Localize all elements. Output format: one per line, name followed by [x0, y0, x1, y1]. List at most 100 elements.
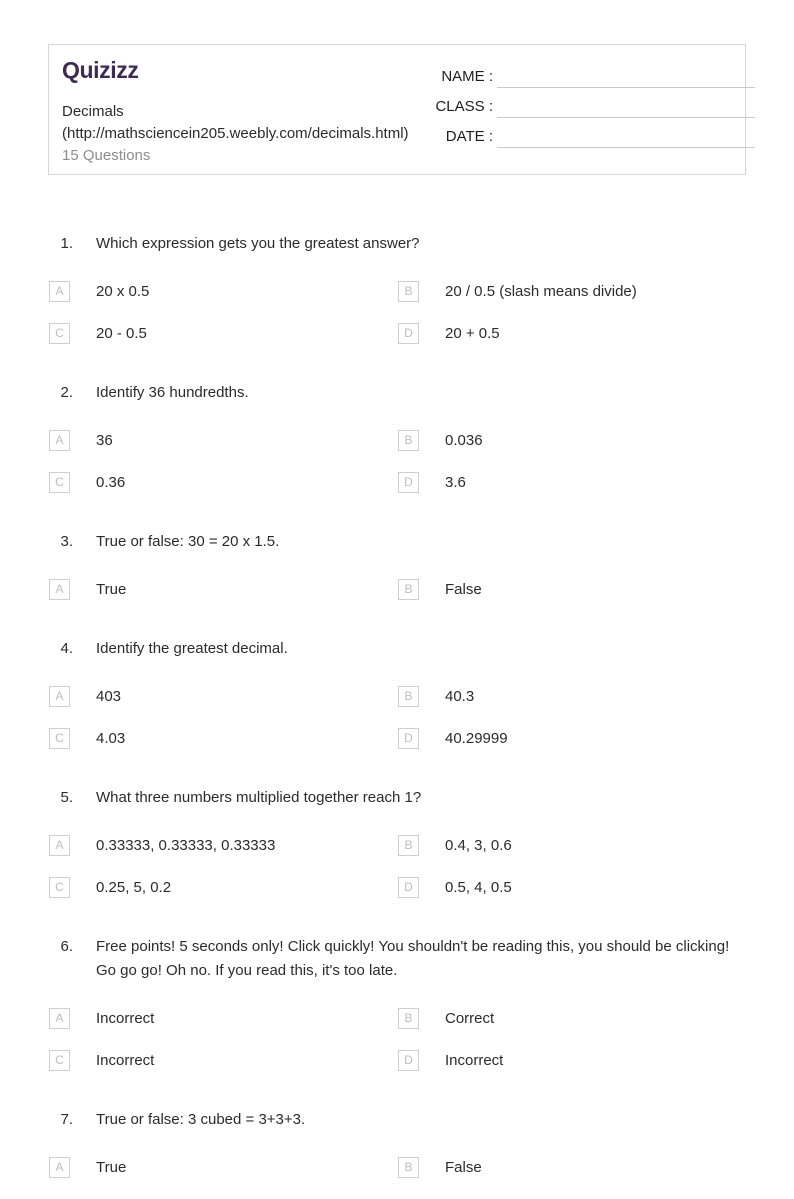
question-count-label: 15 Questions	[62, 147, 151, 164]
question-block: 3. True or false: 30 = 20 x 1.5. A True B Fal…	[0, 530, 794, 600]
question-text: Identify the greatest decimal.	[96, 640, 288, 657]
question-number: 7.	[60, 1111, 73, 1128]
question-text: Which expression gets you the greatest a…	[96, 235, 420, 252]
option-text: Incorrect	[96, 1052, 155, 1069]
name-field-label: NAME :	[441, 68, 493, 85]
date-field[interactable]: DATE :	[437, 118, 755, 148]
question-text: Identify 36 hundredths.	[96, 384, 249, 401]
quiz-title: Decimals	[62, 103, 124, 120]
answer-option[interactable]: B 20 / 0.5 (slash means divide)	[398, 281, 748, 323]
question-text: What three numbers multiplied together r…	[96, 789, 422, 806]
option-text: False	[445, 1159, 482, 1176]
option-letter-box: D	[398, 472, 419, 493]
question-block: 1. Which expression gets you the greatest…	[0, 232, 794, 344]
option-letter-box: B	[398, 579, 419, 600]
answer-option[interactable]: D 40.29999	[398, 728, 748, 770]
answer-option[interactable]: A 0.33333, 0.33333, 0.33333	[49, 835, 399, 877]
option-letter-box: C	[49, 1050, 70, 1071]
option-letter-box: A	[49, 1157, 70, 1178]
date-field-rule	[497, 147, 755, 148]
option-text: 40.29999	[445, 730, 508, 747]
answer-option[interactable]: D Incorrect	[398, 1050, 748, 1092]
option-text: 0.4, 3, 0.6	[445, 837, 512, 854]
quiz-source-url: (http://mathsciencein205.weebly.com/deci…	[62, 125, 409, 142]
question-row: 2. Identify 36 hundredths.	[0, 381, 794, 405]
option-letter-box: B	[398, 1008, 419, 1029]
question-block: 5. What three numbers multiplied together…	[0, 786, 794, 898]
answer-option[interactable]: A 36	[49, 430, 399, 472]
option-letter-box: D	[398, 877, 419, 898]
option-text: 0.36	[96, 474, 126, 491]
option-letter-box: A	[49, 579, 70, 600]
answer-option[interactable]: C Incorrect	[49, 1050, 399, 1092]
question-number: 4.	[60, 640, 73, 657]
option-text: 40.3	[445, 688, 475, 705]
question-number: 5.	[60, 789, 73, 806]
option-letter-box: A	[49, 281, 70, 302]
question-row: 1. Which expression gets you the greatest…	[0, 232, 794, 256]
option-letter-box: C	[49, 323, 70, 344]
option-text: 0.5, 4, 0.5	[445, 879, 512, 896]
answer-option[interactable]: B 40.3	[398, 686, 748, 728]
answer-option[interactable]: B False	[398, 1157, 748, 1199]
date-field-label: DATE :	[445, 128, 493, 145]
option-letter-box: C	[49, 472, 70, 493]
option-text: Incorrect	[445, 1052, 504, 1069]
question-row: 4. Identify the greatest decimal.	[0, 637, 794, 661]
option-letter-box: A	[49, 1008, 70, 1029]
answer-option[interactable]: D 3.6	[398, 472, 748, 514]
option-letter-box: B	[398, 1157, 419, 1178]
option-letter-box: A	[49, 835, 70, 856]
answer-option[interactable]: C 4.03	[49, 728, 399, 770]
option-text: 0.036	[445, 432, 483, 449]
answer-option[interactable]: B 0.4, 3, 0.6	[398, 835, 748, 877]
option-letter-box: D	[398, 1050, 419, 1071]
option-text: 0.33333, 0.33333, 0.33333	[96, 837, 276, 854]
question-block: 2. Identify 36 hundredths. A 36 B 0.036 C 0.36 D…	[0, 381, 794, 493]
question-text: True or false: 3 cubed = 3+3+3.	[96, 1111, 306, 1128]
option-letter-box: D	[398, 323, 419, 344]
question-number: 3.	[60, 533, 73, 550]
answer-option[interactable]: A 403	[49, 686, 399, 728]
question-number: 2.	[60, 384, 73, 401]
option-letter-box: B	[398, 430, 419, 451]
answer-option[interactable]: B 0.036	[398, 430, 748, 472]
option-text: True	[96, 581, 127, 598]
question-text: Free points! 5 seconds only! Click quick…	[96, 938, 730, 979]
question-text: True or false: 30 = 20 x 1.5.	[96, 533, 280, 550]
answer-option[interactable]: A True	[49, 579, 399, 621]
option-text: 20 + 0.5	[445, 325, 500, 342]
option-letter-box: D	[398, 728, 419, 749]
option-text: 403	[96, 688, 122, 705]
question-block: 6. Free points! 5 seconds only! Click qui…	[0, 935, 794, 1071]
option-text: 0.25, 5, 0.2	[96, 879, 172, 896]
option-text: 3.6	[445, 474, 466, 491]
question-row: 7. True or false: 3 cubed = 3+3+3.	[0, 1108, 794, 1132]
answer-option[interactable]: A True	[49, 1157, 399, 1199]
option-text: Incorrect	[96, 1010, 155, 1027]
answer-option[interactable]: B False	[398, 579, 748, 621]
answer-option[interactable]: B Correct	[398, 1008, 748, 1050]
option-text: 20 x 0.5	[96, 283, 150, 300]
question-block: 7. True or false: 3 cubed = 3+3+3. A True B F…	[0, 1108, 794, 1178]
answer-option[interactable]: D 0.5, 4, 0.5	[398, 877, 748, 919]
answer-option[interactable]: A 20 x 0.5	[49, 281, 399, 323]
answer-option[interactable]: A Incorrect	[49, 1008, 399, 1050]
answer-option[interactable]: C 0.25, 5, 0.2	[49, 877, 399, 919]
option-text: 4.03	[96, 730, 126, 747]
option-letter-box: C	[49, 728, 70, 749]
option-letter-box: B	[398, 835, 419, 856]
class-field[interactable]: CLASS :	[435, 88, 755, 118]
answer-option[interactable]: C 20 - 0.5	[49, 323, 399, 365]
option-letter-box: A	[49, 686, 70, 707]
option-text: True	[96, 1159, 127, 1176]
option-letter-box: B	[398, 686, 419, 707]
answer-option[interactable]: D 20 + 0.5	[398, 323, 748, 365]
question-row: 3. True or false: 30 = 20 x 1.5.	[0, 530, 794, 554]
option-text: Correct	[445, 1010, 495, 1027]
question-number: 6.	[60, 938, 73, 955]
name-field[interactable]: NAME :	[437, 58, 755, 88]
quizizz-logo: Quizizz	[62, 57, 139, 83]
answer-option[interactable]: C 0.36	[49, 472, 399, 514]
option-text: 36	[96, 432, 113, 449]
